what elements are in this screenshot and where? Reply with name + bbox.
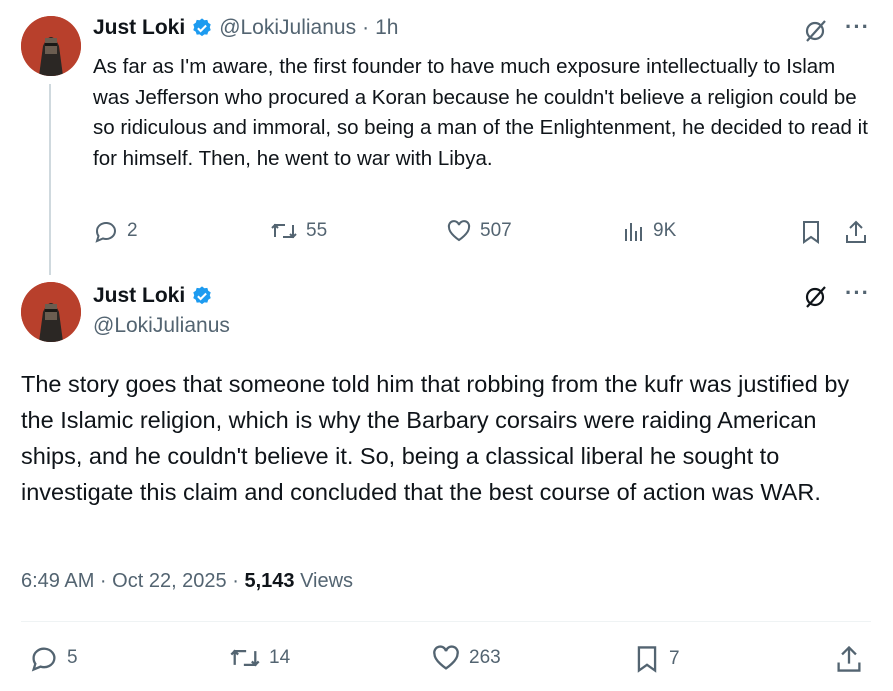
more-icon[interactable]: ··· xyxy=(845,14,870,40)
share-icon[interactable] xyxy=(835,644,863,679)
verified-badge-icon xyxy=(193,286,211,305)
tweet-meta: 6:49 AM · Oct 22, 2025 · 5,143 Views xyxy=(21,570,353,593)
reply-icon xyxy=(95,221,116,243)
tweet2-name-row: Just Loki xyxy=(93,284,213,308)
repost-button[interactable]: 55 xyxy=(270,219,327,243)
thread-line xyxy=(49,84,51,275)
reply-icon xyxy=(31,647,56,672)
bookmark-button[interactable]: 7 xyxy=(633,644,680,674)
bookmark-icon[interactable] xyxy=(799,219,823,250)
like-count: 263 xyxy=(469,647,501,668)
views-count: 5,143 xyxy=(244,570,295,592)
more-icon[interactable]: ··· xyxy=(845,280,870,306)
like-button[interactable]: 507 xyxy=(446,219,512,243)
display-name[interactable]: Just Loki xyxy=(93,284,185,308)
views-button[interactable]: 9K xyxy=(623,219,676,243)
tweet-text: The story goes that someone told him tha… xyxy=(21,371,850,505)
repost-icon xyxy=(230,649,260,667)
bookmark-count: 7 xyxy=(669,648,680,669)
tweet1-header: Just Loki @LokiJulianus · 1h xyxy=(93,16,398,40)
like-button[interactable]: 263 xyxy=(431,644,501,672)
display-name[interactable]: Just Loki xyxy=(93,16,185,40)
repost-button[interactable]: 14 xyxy=(229,644,290,672)
avatar[interactable] xyxy=(21,282,81,342)
views-count: 9K xyxy=(653,220,677,241)
repost-count: 55 xyxy=(306,220,328,241)
separator: · xyxy=(362,16,370,39)
handle[interactable]: @LokiJulianus xyxy=(219,16,356,40)
views-label: Views xyxy=(294,570,354,592)
reply-button[interactable]: 5 xyxy=(29,644,78,672)
grok-icon[interactable] xyxy=(803,284,829,315)
reply-count: 2 xyxy=(127,220,138,241)
heart-icon xyxy=(433,645,459,670)
avatar[interactable] xyxy=(21,16,81,76)
grok-icon[interactable] xyxy=(803,18,829,49)
timestamp[interactable]: 6:49 AM · Oct 22, 2025 · xyxy=(21,570,244,592)
reply-button[interactable]: 2 xyxy=(93,219,138,243)
handle[interactable]: @LokiJulianus xyxy=(93,314,230,338)
tweet-text: As far as I'm aware, the first founder t… xyxy=(93,55,868,170)
bookmark-icon xyxy=(637,646,657,673)
repost-count: 14 xyxy=(269,647,291,668)
like-count: 507 xyxy=(480,220,512,241)
heart-icon xyxy=(447,220,471,242)
divider xyxy=(21,621,871,622)
reply-count: 5 xyxy=(67,647,78,668)
views-icon xyxy=(625,223,642,241)
time[interactable]: 1h xyxy=(375,16,398,40)
share-icon[interactable] xyxy=(844,219,868,250)
verified-badge-icon xyxy=(193,18,211,37)
repost-icon xyxy=(271,223,297,239)
